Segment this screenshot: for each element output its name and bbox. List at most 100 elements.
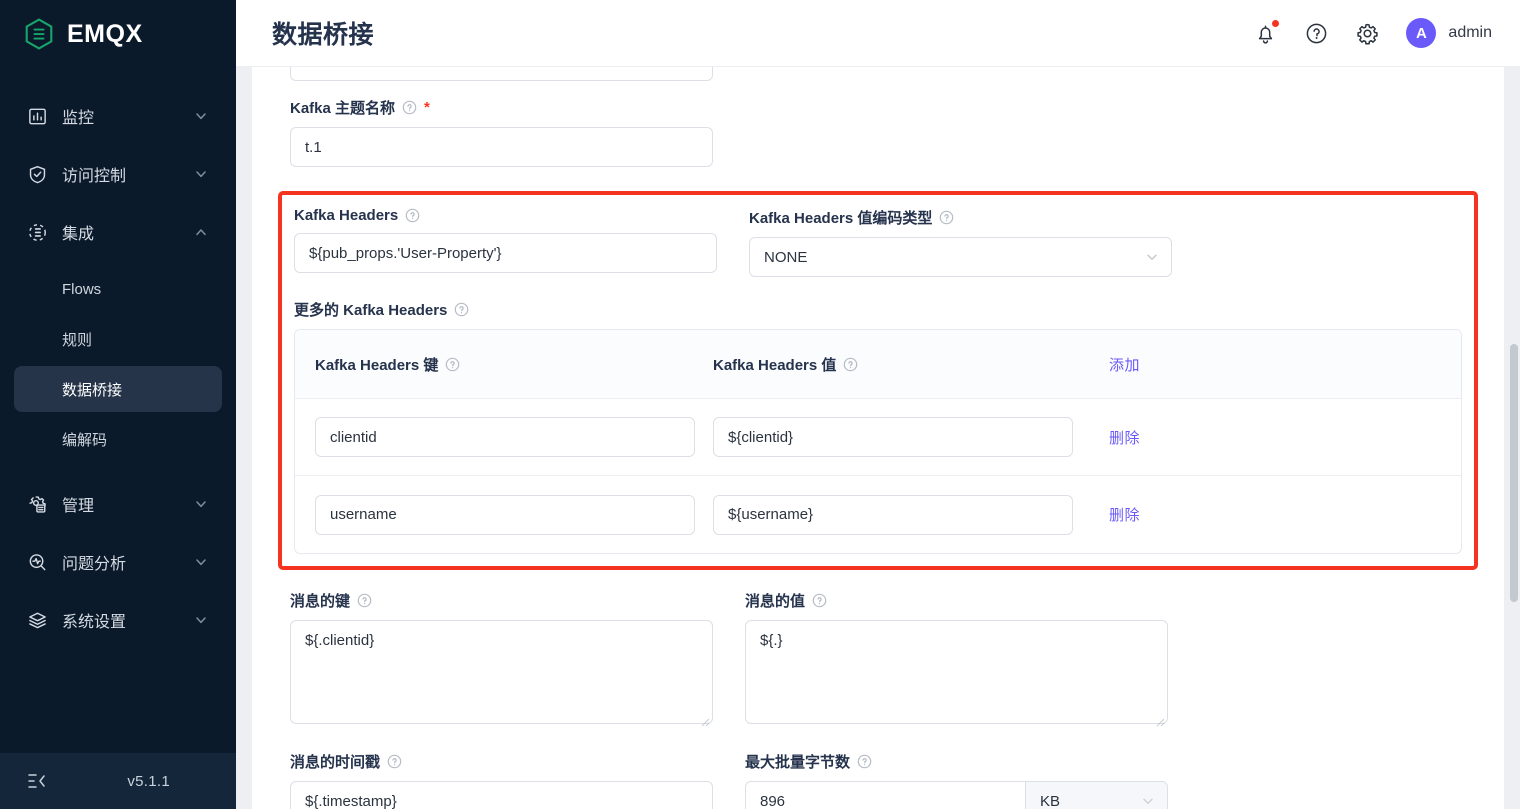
header-action-cell: 删除 (1073, 504, 1441, 525)
help-circle-icon[interactable] (1304, 21, 1329, 46)
header-value-input[interactable] (713, 495, 1073, 535)
sidebar-item-monitoring[interactable]: 监控 (14, 92, 222, 140)
field-label: 最大批量字节数 (745, 751, 1168, 772)
kafka-headers-table: Kafka Headers 键 (294, 329, 1462, 554)
gear-icon[interactable] (1355, 21, 1380, 46)
table-row: 删除 (295, 476, 1461, 553)
header-value-cell (713, 495, 1073, 535)
help-circle-icon[interactable] (445, 357, 460, 372)
sidebar-item-data-bridge[interactable]: 数据桥接 (14, 366, 222, 412)
pulse-search-icon (26, 551, 48, 573)
headers-encoding-select[interactable]: NONE (749, 237, 1172, 277)
help-circle-icon[interactable] (939, 210, 954, 225)
sidebar-item-management[interactable]: 管理 (14, 480, 222, 528)
chevron-down-icon (194, 167, 208, 181)
brand-name: EMQX (67, 20, 143, 49)
layers-icon (26, 609, 48, 631)
column-header-action: 添加 (1073, 354, 1441, 375)
field-message-key: 消息的键 ${.clientid} (290, 590, 713, 729)
headers-row: Kafka Headers (294, 207, 1462, 277)
top-bar: 数据桥接 (236, 0, 1520, 67)
chevron-down-icon (194, 555, 208, 569)
field-label-text: 更多的 Kafka Headers (294, 299, 447, 320)
chart-bar-icon (26, 105, 48, 127)
scrollbar-thumb[interactable] (1510, 344, 1518, 602)
help-circle-icon[interactable] (357, 593, 372, 608)
message-value-textarea[interactable]: ${.} (745, 620, 1168, 724)
help-circle-icon[interactable] (843, 357, 858, 372)
chevron-up-icon (194, 225, 208, 239)
brand-logo[interactable]: EMQX (0, 0, 236, 68)
version-label: v5.1.1 (127, 773, 170, 790)
header-key-input[interactable] (315, 495, 695, 535)
max-batch-bytes-group: KB (745, 781, 1168, 809)
sidebar-item-access-control[interactable]: 访问控制 (14, 150, 222, 198)
help-circle-icon[interactable] (857, 754, 872, 769)
sidebar-item-system-settings[interactable]: 系统设置 (14, 596, 222, 644)
sidebar-subitem-label: 编解码 (62, 429, 107, 450)
max-batch-bytes-unit-select[interactable]: KB (1025, 781, 1168, 809)
sidebar-item-label: 监控 (62, 104, 194, 128)
previous-field-input[interactable] (290, 67, 713, 81)
kafka-headers-input[interactable] (294, 233, 717, 273)
field-kafka-topic: Kafka 主题名称 * (290, 67, 1466, 167)
sidebar-item-label: 集成 (62, 220, 194, 244)
user-menu[interactable]: A admin (1406, 18, 1492, 48)
notification-badge (1272, 20, 1279, 27)
table-row: 删除 (295, 399, 1461, 476)
field-max-batch-bytes: 最大批量字节数 (745, 751, 1168, 809)
chevron-down-icon (194, 613, 208, 627)
help-circle-icon[interactable] (402, 100, 417, 115)
message-key-textarea[interactable]: ${.clientid} (290, 620, 713, 724)
chevron-down-icon (194, 497, 208, 511)
vertical-scrollbar[interactable] (1510, 139, 1518, 809)
field-label-text: Kafka Headers 值编码类型 (749, 207, 932, 228)
sidebar-item-integration[interactable]: 集成 (14, 208, 222, 256)
page-title: 数据桥接 (272, 15, 374, 51)
field-label-text: Kafka 主题名称 (290, 97, 395, 118)
add-header-button[interactable]: 添加 (1109, 354, 1140, 375)
shield-check-icon (26, 163, 48, 185)
help-circle-icon[interactable] (405, 208, 420, 223)
timestamp-batch-row: 消息的时间戳 (290, 751, 1466, 809)
gear-doc-icon (26, 493, 48, 515)
help-circle-icon[interactable] (812, 593, 827, 608)
column-header-value-label: Kafka Headers 值 (713, 354, 836, 375)
field-message-timestamp: 消息的时间戳 (290, 751, 713, 809)
help-circle-icon[interactable] (454, 302, 469, 317)
top-bar-actions: A admin (1253, 18, 1492, 48)
message-timestamp-input[interactable] (290, 781, 713, 809)
help-circle-icon[interactable] (387, 754, 402, 769)
field-label-text: 消息的键 (290, 590, 350, 611)
highlight-box: Kafka Headers (278, 191, 1478, 570)
collapse-sidebar-icon[interactable] (26, 771, 48, 791)
sidebar-subitem-label: 数据桥接 (62, 379, 122, 400)
integration-icon (26, 221, 48, 243)
sidebar-footer: v5.1.1 (0, 753, 236, 809)
app-root: EMQX 监控 (0, 0, 1520, 809)
kafka-topic-input[interactable] (290, 127, 713, 167)
delete-header-button[interactable]: 删除 (1109, 427, 1140, 448)
header-key-input[interactable] (315, 417, 695, 457)
sidebar-item-diagnostics[interactable]: 问题分析 (14, 538, 222, 586)
message-key-wrap: ${.clientid} (290, 620, 713, 729)
sidebar-item-rules[interactable]: 规则 (14, 316, 222, 362)
sidebar-nav: 监控 访问控制 (0, 68, 236, 753)
sidebar-subitem-label: Flows (62, 281, 101, 298)
field-label: 消息的键 (290, 590, 713, 611)
column-header-key-label: Kafka Headers 键 (315, 354, 438, 375)
message-kv-row: 消息的键 ${.clientid} (290, 590, 1466, 729)
delete-header-button[interactable]: 删除 (1109, 504, 1140, 525)
field-label-text: 消息的值 (745, 590, 805, 611)
header-value-input[interactable] (713, 417, 1073, 457)
sidebar-item-label: 管理 (62, 492, 194, 516)
required-asterisk: * (424, 100, 430, 115)
headers-encoding-value: NONE (764, 249, 807, 266)
max-batch-bytes-input[interactable] (745, 781, 1025, 809)
sidebar-item-flows[interactable]: Flows (14, 266, 222, 312)
message-value-wrap: ${.} (745, 620, 1168, 729)
field-label-text: Kafka Headers (294, 207, 398, 224)
sidebar-item-codec[interactable]: 编解码 (14, 416, 222, 462)
bell-icon[interactable] (1253, 21, 1278, 46)
field-label-text: 最大批量字节数 (745, 751, 850, 772)
